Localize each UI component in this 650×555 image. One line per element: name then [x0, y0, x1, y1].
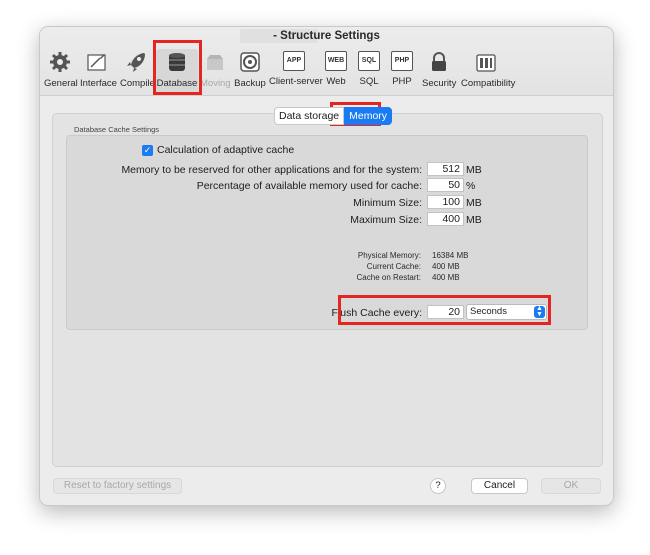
adaptive-cache-row: ✓ Calculation of adaptive cache [142, 144, 294, 156]
flush-unit-select[interactable]: Seconds ▲ ▼ [466, 304, 547, 320]
toolbar-interface[interactable]: Interface [80, 49, 117, 93]
percentage-label: Percentage of available memory used for … [196, 180, 422, 192]
chevron-updown-icon: ▲ ▼ [534, 305, 545, 318]
max-size-unit: MB [466, 214, 482, 226]
tab-segmented-control: Data storage Memory [274, 107, 393, 125]
physical-memory-label: Physical Memory: [357, 251, 421, 260]
percentage-unit: % [466, 180, 476, 192]
toolbar-compiler[interactable]: Compiler [120, 49, 158, 93]
reserved-field[interactable]: 512 [427, 162, 464, 176]
cache-restart-label: Cache on Restart: [356, 273, 421, 282]
physical-memory-value: 16384 MB [432, 251, 469, 260]
percentage-field[interactable]: 50 [427, 178, 464, 192]
current-cache-value: 400 MB [432, 262, 460, 271]
cache-restart-value: 400 MB [432, 273, 460, 282]
toolbar-compatibility[interactable]: Compatibility [461, 49, 515, 93]
toolbar-client-server[interactable]: APP Client-server [269, 49, 323, 93]
gear-icon [50, 52, 70, 72]
php-icon: PHP [391, 51, 413, 71]
backup-icon [240, 52, 260, 72]
max-size-field[interactable]: 400 [427, 212, 464, 226]
app-icon: APP [283, 51, 305, 71]
adaptive-cache-checkbox[interactable]: ✓ [142, 144, 153, 156]
database-icon [169, 53, 185, 71]
toolbar-backup[interactable]: Backup [234, 49, 266, 93]
min-size-label: Minimum Size: [353, 197, 422, 209]
flush-cache-label: Flush Cache every: [331, 307, 422, 319]
toolbar-moving[interactable]: Moving [200, 49, 231, 93]
toolbar-general[interactable]: General [44, 49, 78, 93]
group-title: Database Cache Settings [74, 125, 160, 134]
max-size-label: Maximum Size: [350, 214, 422, 226]
min-size-unit: MB [466, 197, 482, 209]
tab-data-storage[interactable]: Data storage [274, 107, 345, 125]
reserved-unit: MB [466, 164, 482, 176]
toolbar-sql[interactable]: SQL SQL [357, 49, 381, 93]
ok-button[interactable]: OK [541, 478, 601, 494]
moving-icon [207, 55, 223, 70]
help-button[interactable]: ? [430, 478, 446, 494]
reserved-label: Memory to be reserved for other applicat… [121, 164, 422, 176]
interface-icon [87, 54, 106, 71]
min-size-field[interactable]: 100 [427, 195, 464, 209]
toolbar-database[interactable]: Database [156, 49, 198, 95]
flush-cache-field[interactable]: 20 [427, 305, 464, 319]
titlebar: - Structure Settings General Interface C… [40, 27, 613, 96]
settings-window: - Structure Settings General Interface C… [39, 26, 614, 506]
cancel-button[interactable]: Cancel [471, 478, 528, 494]
lock-icon [432, 52, 446, 71]
compatibility-icon [476, 54, 496, 72]
tab-memory[interactable]: Memory [344, 107, 393, 125]
rocket-icon [127, 53, 145, 72]
flush-unit-value: Seconds [470, 306, 507, 317]
toolbar-web[interactable]: WEB Web [324, 49, 348, 93]
toolbar-security[interactable]: Security [422, 49, 456, 93]
reset-factory-button[interactable]: Reset to factory settings [53, 478, 182, 494]
window-title: - Structure Settings [273, 30, 380, 42]
web-icon: WEB [325, 51, 347, 71]
adaptive-cache-label: Calculation of adaptive cache [157, 144, 295, 156]
toolbar-php[interactable]: PHP PHP [390, 49, 414, 93]
current-cache-label: Current Cache: [366, 262, 421, 271]
sql-icon: SQL [358, 51, 380, 71]
